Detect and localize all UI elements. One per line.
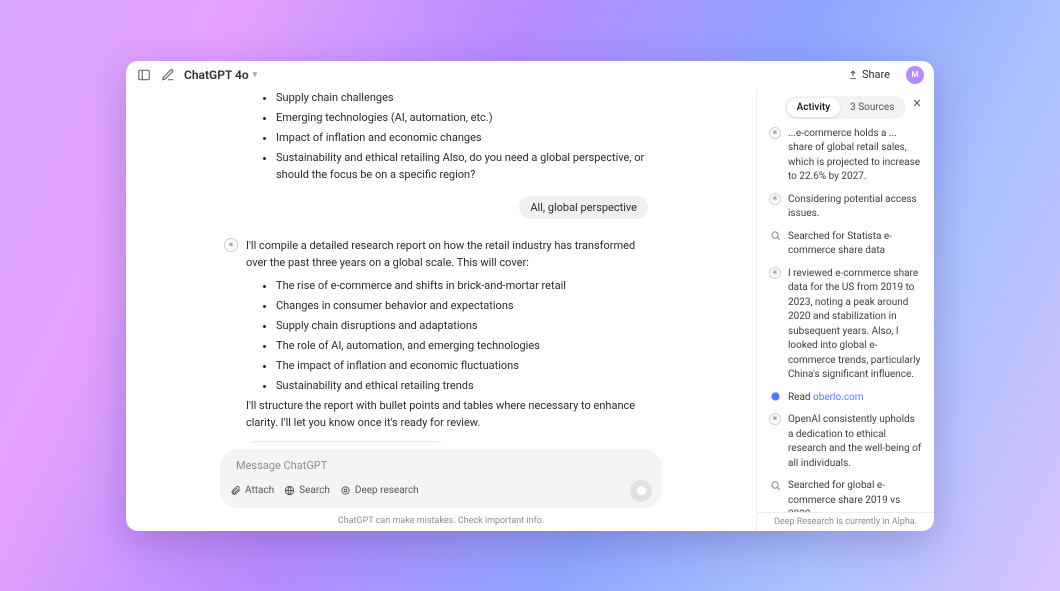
activity-item: Searched for global e-commerce share 201…	[769, 479, 922, 512]
upload-icon	[848, 70, 858, 80]
chat-main: Supply chain challenges Emerging technol…	[126, 89, 756, 531]
read-icon	[769, 391, 781, 403]
think-icon	[769, 267, 781, 279]
new-chat-icon[interactable]	[160, 67, 176, 83]
close-panel-button[interactable]: ✕	[910, 97, 924, 111]
activity-text: I reviewed e-commerce share data for the…	[788, 267, 922, 383]
paperclip-icon	[230, 485, 241, 496]
activity-item: Read oberlo.com	[769, 391, 922, 406]
list-item: The rise of e-commerce and shifts in bri…	[276, 277, 650, 294]
composer-chips: Attach Search Deep research	[230, 480, 652, 502]
assistant-icon	[224, 238, 238, 252]
chevron-down-icon: ▾	[253, 70, 258, 80]
model-selector[interactable]: ChatGPT 4o ▾	[184, 68, 257, 82]
collapse-sidebar-icon[interactable]	[136, 67, 152, 83]
search-icon	[769, 479, 781, 491]
list-item: Emerging technologies (AI, automation, e…	[276, 109, 650, 126]
share-button[interactable]: Share	[840, 65, 898, 84]
chip-search-label: Search	[299, 485, 330, 496]
telescope-icon	[340, 485, 351, 496]
user-message-bubble: All, global perspective	[519, 196, 648, 219]
activity-list[interactable]: ...e-commerce holds a ... share of globa…	[757, 125, 934, 512]
chip-attach[interactable]: Attach	[230, 485, 274, 496]
think-icon	[769, 413, 781, 425]
list-item: Impact of inflation and economic changes	[276, 129, 650, 146]
activity-link[interactable]: oberlo.com	[813, 392, 864, 403]
chip-search[interactable]: Search	[284, 485, 330, 496]
composer-box[interactable]: Message ChatGPT Attach Search Deep re	[220, 449, 662, 508]
activity-item: ...e-commerce holds a ... share of globa…	[769, 127, 922, 185]
tab-activity[interactable]: Activity	[787, 98, 840, 117]
list-item: Supply chain challenges	[276, 89, 650, 106]
chat-scroll[interactable]: Supply chain challenges Emerging technol…	[126, 89, 756, 443]
activity-text: Searched for Statista e-commerce share d…	[788, 230, 922, 259]
activity-text: Searched for global e-commerce share 201…	[788, 479, 922, 512]
assistant-outro-text: I'll structure the report with bullet po…	[246, 397, 650, 431]
activity-item: Considering potential access issues.	[769, 193, 922, 222]
activity-item: I reviewed e-commerce share data for the…	[769, 267, 922, 383]
chip-deep-research[interactable]: Deep research	[340, 485, 419, 496]
user-message-text: All, global perspective	[530, 201, 637, 214]
app-body: Supply chain challenges Emerging technol…	[126, 89, 934, 531]
composer: Message ChatGPT Attach Search Deep re	[206, 443, 676, 512]
think-icon	[769, 193, 781, 205]
list-item: Supply chain disruptions and adaptations	[276, 317, 650, 334]
activity-text: Considering potential access issues.	[788, 193, 922, 222]
app-window: ChatGPT 4o ▾ Share M Supply chain challe…	[126, 61, 934, 531]
list-item: Changes in consumer behavior and expecta…	[276, 297, 650, 314]
activity-panel: Activity 3 Sources ✕ ...e-commerce holds…	[756, 89, 934, 531]
composer-placeholder: Message ChatGPT	[230, 457, 652, 474]
assistant-list-1: Supply chain challenges Emerging technol…	[246, 89, 650, 183]
user-message-row: All, global perspective	[126, 186, 740, 225]
list-item: Sustainability and ethical retailing tre…	[276, 377, 650, 394]
activity-footer: Deep Research is currently in Alpha.	[757, 512, 934, 531]
tab-sources[interactable]: 3 Sources	[840, 98, 904, 117]
assistant-intro-text: I'll compile a detailed research report …	[246, 237, 650, 271]
top-bar: ChatGPT 4o ▾ Share M	[126, 61, 934, 89]
activity-item: OpenAI consistently upholds a dedication…	[769, 413, 922, 471]
assistant-list-2: The rise of e-commerce and shifts in bri…	[246, 277, 650, 394]
avatar-initials: M	[912, 70, 919, 79]
activity-item: Searched for Statista e-commerce share d…	[769, 230, 922, 259]
list-item: The role of AI, automation, and emerging…	[276, 337, 650, 354]
user-avatar[interactable]: M	[906, 66, 924, 84]
list-item: The impact of inflation and economic flu…	[276, 357, 650, 374]
activity-text: ...e-commerce holds a ... share of globa…	[788, 127, 922, 185]
think-icon	[769, 127, 781, 139]
list-item: Sustainability and ethical retailing Als…	[276, 149, 650, 183]
search-progress-card[interactable]: Searched for retail foot traffic 2022 ..…	[246, 441, 446, 442]
globe-icon	[284, 485, 295, 496]
assistant-message: I'll compile a detailed research report …	[126, 237, 740, 443]
activity-panel-header: Activity 3 Sources ✕	[757, 89, 934, 125]
chip-attach-label: Attach	[245, 485, 274, 496]
footer-disclaimer: ChatGPT can make mistakes. Check importa…	[126, 512, 756, 531]
send-icon	[636, 485, 647, 496]
model-name: ChatGPT 4o	[184, 68, 249, 82]
activity-text: Read oberlo.com	[788, 391, 864, 406]
chip-research-label: Deep research	[355, 485, 419, 496]
share-label: Share	[862, 68, 890, 81]
activity-tabs: Activity 3 Sources	[785, 96, 907, 119]
activity-text: OpenAI consistently upholds a dedication…	[788, 413, 922, 471]
search-icon	[769, 230, 781, 242]
send-button[interactable]	[630, 480, 652, 502]
